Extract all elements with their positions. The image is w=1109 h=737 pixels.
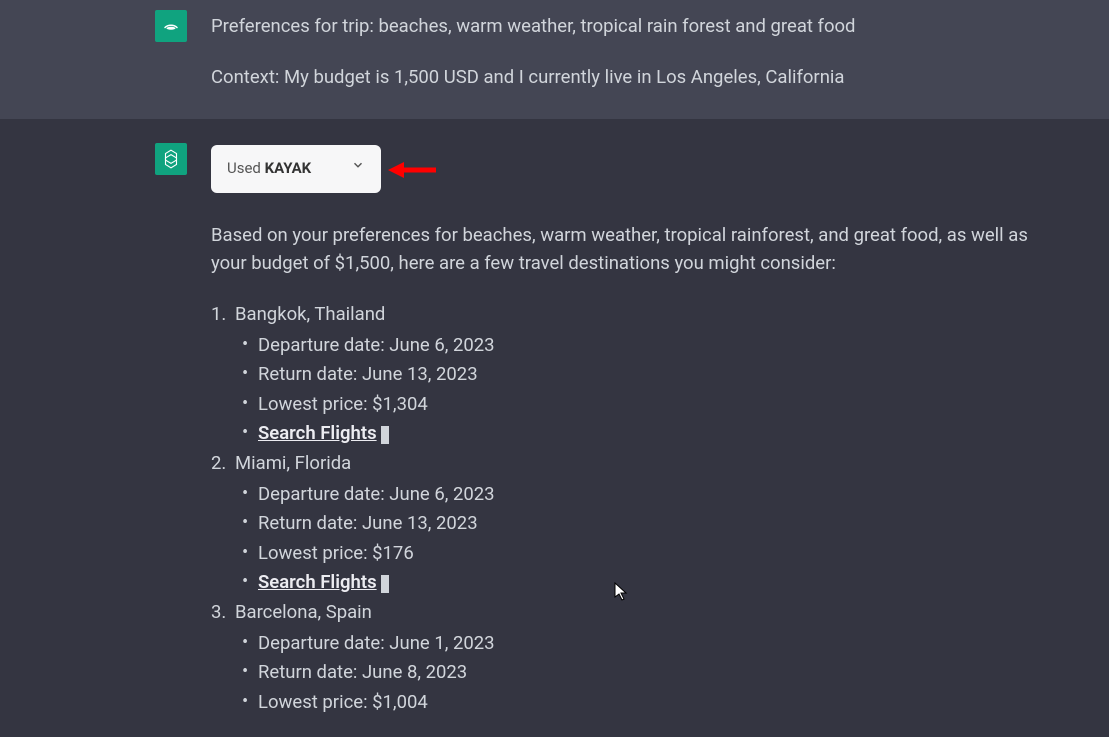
stream-cursor-icon [381, 575, 389, 593]
lowest-price: Lowest price: $176 [258, 539, 1049, 569]
departure-date: Departure date: June 6, 2023 [258, 480, 1049, 510]
assistant-message: Used KAYAK Based on your preferences for… [0, 119, 1109, 737]
return-date: Return date: June 13, 2023 [258, 509, 1049, 539]
user-preferences-text: Preferences for trip: beaches, warm weat… [211, 12, 1049, 41]
user-avatar [155, 10, 187, 42]
user-message: Preferences for trip: beaches, warm weat… [0, 0, 1109, 119]
destination-item: Barcelona, Spain Departure date: June 1,… [211, 598, 1049, 717]
departure-date: Departure date: June 6, 2023 [258, 331, 1049, 361]
lowest-price: Lowest price: $1,004 [258, 688, 1049, 718]
destination-name: Miami, Florida [235, 452, 351, 474]
user-context-text: Context: My budget is 1,500 USD and I cu… [211, 63, 1049, 92]
return-date: Return date: June 13, 2023 [258, 360, 1049, 390]
lowest-price: Lowest price: $1,304 [258, 390, 1049, 420]
search-flights-link[interactable]: Search Flights [258, 571, 377, 593]
plugin-pill-label: Used KAYAK [227, 157, 311, 180]
destination-list: Bangkok, Thailand Departure date: June 6… [211, 300, 1049, 718]
return-date: Return date: June 8, 2023 [258, 658, 1049, 688]
departure-date: Departure date: June 1, 2023 [258, 629, 1049, 659]
assistant-avatar [155, 143, 187, 175]
destination-item: Bangkok, Thailand Departure date: June 6… [211, 300, 1049, 449]
assistant-intro-text: Based on your preferences for beaches, w… [211, 221, 1049, 278]
search-flights-link[interactable]: Search Flights [258, 422, 377, 444]
destination-name: Barcelona, Spain [235, 601, 372, 623]
search-flights-row: Search Flights [258, 419, 1049, 449]
stream-cursor-icon [381, 426, 389, 444]
chevron-down-icon [351, 158, 365, 180]
destination-name: Bangkok, Thailand [235, 303, 385, 325]
plugin-used-pill[interactable]: Used KAYAK [211, 145, 381, 192]
destination-item: Miami, Florida Departure date: June 6, 2… [211, 449, 1049, 598]
search-flights-row: Search Flights [258, 568, 1049, 598]
